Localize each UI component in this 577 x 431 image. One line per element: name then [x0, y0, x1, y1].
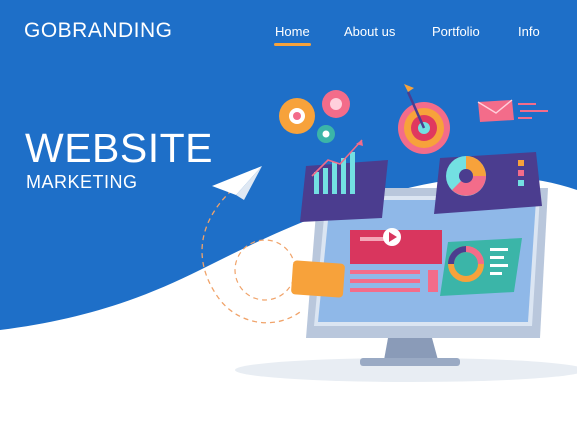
landing-page: GOBRANDING Home About us Portfolio Info …	[0, 0, 577, 431]
marketing-illustration	[201, 84, 577, 382]
pie-chart-icon	[434, 152, 542, 214]
gear-icon	[279, 90, 350, 143]
bar-chart-icon	[300, 139, 388, 222]
target-icon	[398, 84, 450, 154]
donut-chart-card	[440, 238, 522, 296]
plane-trail	[201, 189, 301, 324]
paper-plane-icon	[212, 166, 262, 200]
orange-card	[291, 260, 345, 298]
envelope-icon	[477, 99, 548, 122]
dashed-orbit	[234, 239, 296, 301]
